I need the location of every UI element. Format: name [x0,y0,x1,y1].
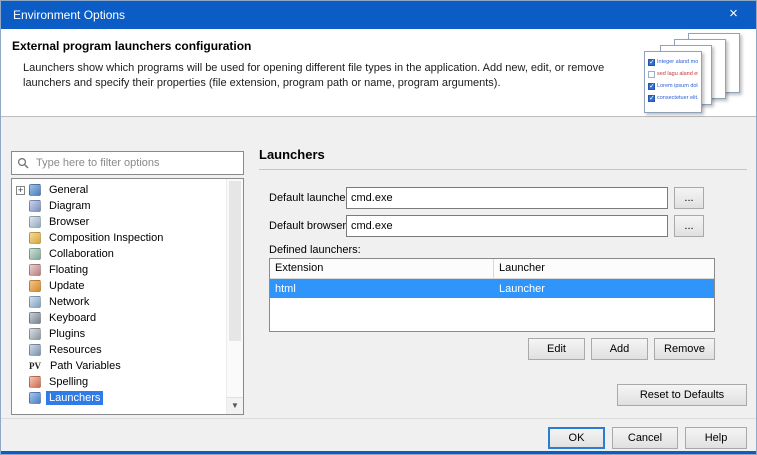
page-front-icon: Integer aland molls sed lagu aland et. L… [644,51,702,113]
checkbox-checked-icon [648,95,655,102]
sidebar-item-label: Collaboration [46,247,117,261]
header: External program launchers configuration… [1,29,756,117]
tree-indent [16,186,29,195]
illustration-row: consectetuer elit. [645,92,701,104]
illustration-text: Lorem ipsum dolor [657,83,698,89]
sidebar-item-label: General [46,183,91,197]
path-variables-icon: PV [29,361,46,371]
default-launcher-label: Default launcher: [269,192,352,204]
reset-to-defaults-button[interactable]: Reset to Defaults [617,384,747,406]
illustration-text: Integer aland molls [657,59,698,65]
sidebar-item-general[interactable]: General [12,182,243,198]
default-launcher-browse-button[interactable]: ... [674,187,704,209]
sidebar-item-label: Keyboard [46,311,99,325]
sidebar-item-composition-inspection[interactable]: Composition Inspection [12,230,243,246]
titlebar: Environment Options × [1,1,756,29]
sidebar-item-label: Network [46,295,92,309]
options-tree: General Diagram Browser Composition Insp… [11,178,244,415]
close-icon[interactable]: × [711,1,756,29]
sidebar-item-resources[interactable]: Resources [12,342,243,358]
defined-launchers-table: Extension Launcher html Launcher [269,258,715,332]
table-row[interactable]: html Launcher [270,279,714,298]
general-icon [29,184,41,196]
environment-options-dialog: Environment Options × External program l… [0,0,757,455]
sidebar-item-label: Floating [46,263,91,277]
sidebar-item-browser[interactable]: Browser [12,214,243,230]
sidebar-item-label: Diagram [46,199,94,213]
edit-button[interactable]: Edit [528,338,585,360]
panel-title-rule [259,169,747,170]
cancel-button[interactable]: Cancel [612,427,678,449]
sidebar-item-label: Plugins [46,327,88,341]
sidebar-item-collaboration[interactable]: Collaboration [12,246,243,262]
sidebar-item-label: Composition Inspection [46,231,166,245]
ok-button[interactable]: OK [548,427,605,449]
remove-button[interactable]: Remove [654,338,715,360]
table-header: Extension Launcher [270,259,714,279]
add-button[interactable]: Add [591,338,648,360]
default-launcher-input[interactable] [346,187,668,209]
collaboration-icon [29,248,41,260]
update-icon [29,280,41,292]
checkbox-checked-icon [648,83,655,90]
defined-launchers-label: Defined launchers: [269,244,361,256]
description-line-2: launchers and specify their properties (… [23,76,604,91]
sidebar-item-label: Path Variables [47,359,124,373]
plugins-icon [29,328,41,340]
help-button[interactable]: Help [685,427,747,449]
illustration-row: sed lagu aland et. [645,68,701,80]
network-icon [29,296,41,308]
resources-icon [29,344,41,356]
illustration-row: Integer aland molls [645,56,701,68]
window-bottom-border [1,451,756,454]
floating-icon [29,264,41,276]
column-header-extension[interactable]: Extension [270,259,494,278]
column-header-launcher[interactable]: Launcher [494,259,550,278]
illustration-text: consectetuer elit. [657,95,698,101]
sidebar-item-label: Spelling [46,375,91,389]
filter-input[interactable] [34,156,238,170]
launchers-illustration: Integer aland molls sed lagu aland et. L… [644,33,744,115]
footer-separator [1,418,756,419]
cell-extension: html [270,283,494,295]
diagram-icon [29,200,41,212]
sidebar-item-label: Resources [46,343,105,357]
expand-icon[interactable] [16,186,25,195]
sidebar-item-label: Launchers [46,391,103,405]
page-description: Launchers show which programs will be us… [23,61,604,91]
composition-inspection-icon [29,232,41,244]
sidebar-item-spelling[interactable]: Spelling [12,374,243,390]
scrollbar-thumb[interactable] [229,181,241,341]
sidebar-item-keyboard[interactable]: Keyboard [12,310,243,326]
illustration-row: Lorem ipsum dolor [645,80,701,92]
sidebar-item-update[interactable]: Update [12,278,243,294]
sidebar-item-network[interactable]: Network [12,294,243,310]
checkbox-unchecked-icon [648,71,655,78]
cell-launcher: Launcher [494,283,550,295]
scroll-down-icon[interactable] [227,397,243,414]
sidebar-item-launchers[interactable]: Launchers [12,390,243,406]
panel-title: Launchers [259,147,325,162]
filter-box [11,151,244,175]
default-browser-browse-button[interactable]: ... [674,215,704,237]
illustration-text: sed lagu aland et. [657,71,698,77]
default-browser-input[interactable] [346,215,668,237]
description-line-1: Launchers show which programs will be us… [23,61,604,76]
default-browser-label: Default browser: [269,220,349,232]
sidebar-item-plugins[interactable]: Plugins [12,326,243,342]
sidebar-item-floating[interactable]: Floating [12,262,243,278]
spelling-icon [29,376,41,388]
sidebar-item-diagram[interactable]: Diagram [12,198,243,214]
keyboard-icon [29,312,41,324]
sidebar-item-label: Browser [46,215,92,229]
sidebar-item-path-variables[interactable]: PV Path Variables [12,358,243,374]
browser-icon [29,216,41,228]
launchers-icon [29,392,41,404]
checkbox-checked-icon [648,59,655,66]
sidebar-item-label: Update [46,279,87,293]
search-icon [17,157,29,169]
page-title: External program launchers configuration [12,39,251,53]
tree-scrollbar[interactable] [226,179,243,414]
window-title: Environment Options [13,8,125,22]
